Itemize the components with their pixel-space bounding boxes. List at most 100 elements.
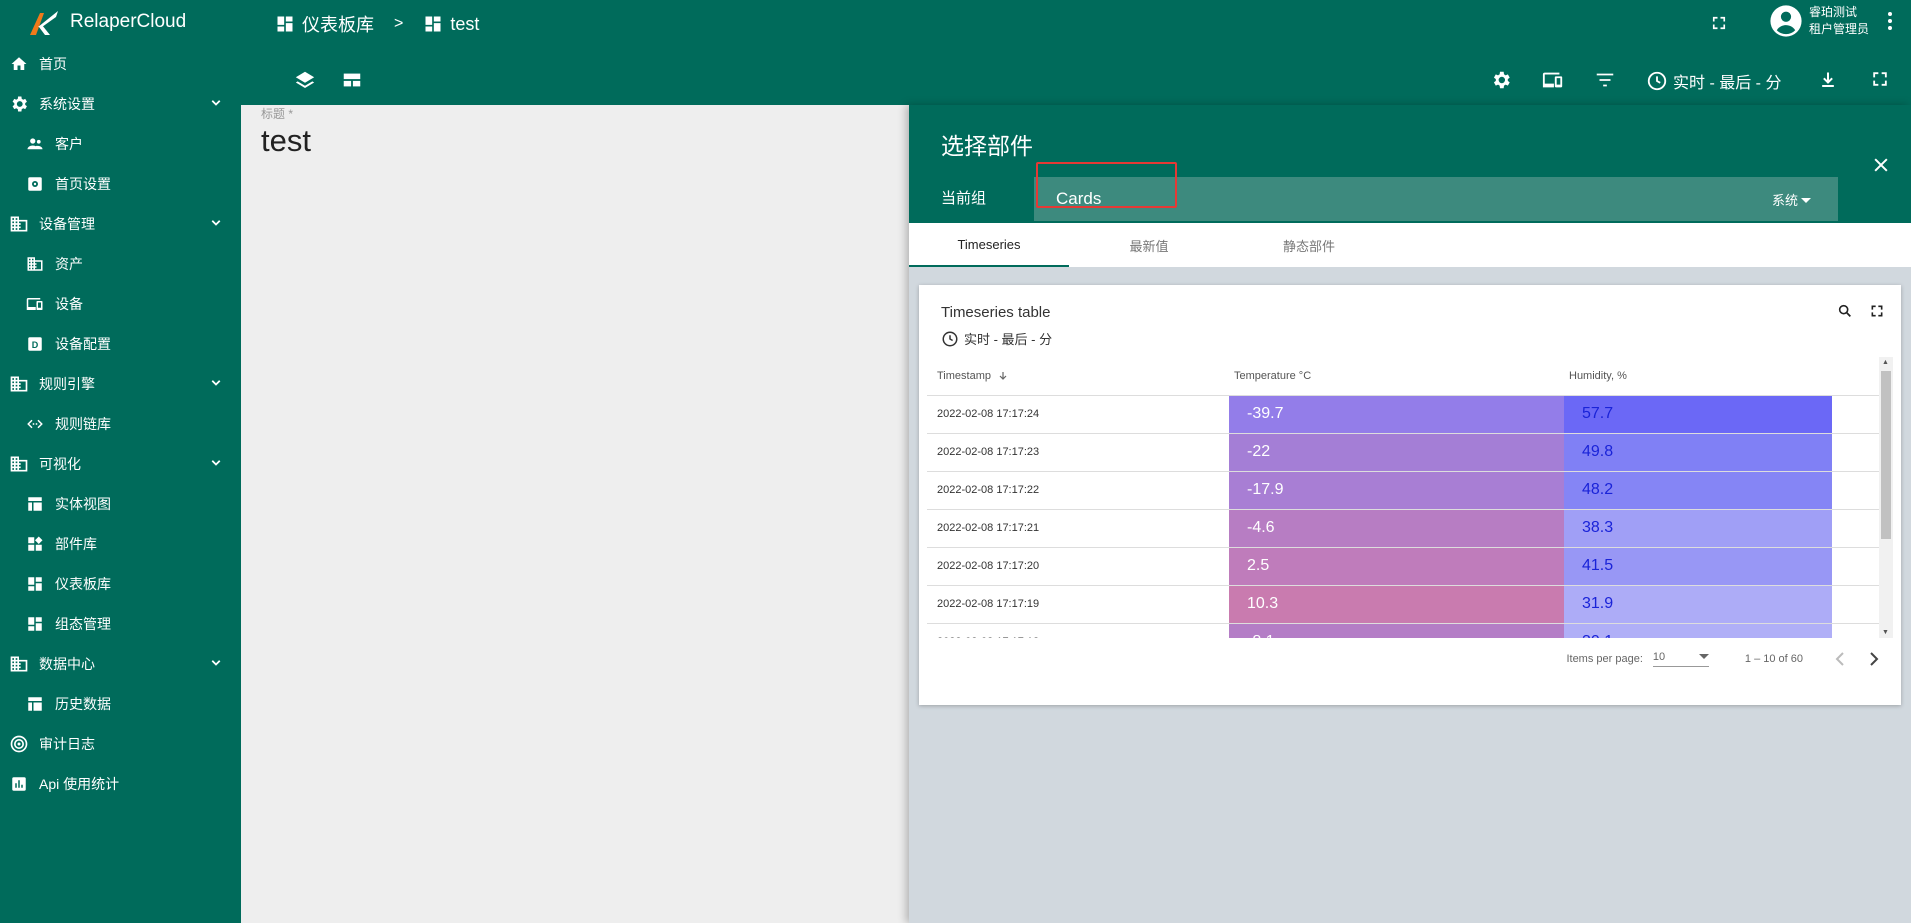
sidebar-item-home[interactable]: 首页 <box>0 44 241 84</box>
sidebar-item-widget-library[interactable]: 部件库 <box>0 524 241 564</box>
sidebar-item-label: 设备 <box>55 296 83 312</box>
download-button[interactable] <box>1818 69 1838 91</box>
user-menu[interactable]: 睿珀测试 租户管理员 <box>1769 4 1893 38</box>
breadcrumb-parent-label: 仪表板库 <box>302 15 374 35</box>
widget-card-timeseries-table[interactable]: Timeseries table 实时 - 最后 - 分 Timestamp T… <box>919 285 1901 705</box>
dropdown-arrow-icon <box>1801 197 1811 203</box>
sidebar-item-history-data[interactable]: 历史数据 <box>0 684 241 724</box>
sidebar-item-api-usage[interactable]: Api 使用统计 <box>0 764 241 804</box>
widget-group-select[interactable]: Cards 系统 <box>1034 162 1838 221</box>
card-timewindow: 实时 - 最后 - 分 <box>941 329 1052 348</box>
sidebar-item-customers[interactable]: 客户 <box>0 124 241 164</box>
sidebar-item-rule-engine[interactable]: 规则引擎 <box>0 364 241 404</box>
user-name: 睿珀测试 <box>1808 5 1857 19</box>
fullscreen-button[interactable] <box>1710 14 1728 32</box>
breadcrumb-current: test <box>423 14 479 35</box>
scroll-down-icon[interactable]: ▼ <box>1882 629 1889 636</box>
col-header-label: Timestamp <box>937 369 991 382</box>
card-fullscreen-button[interactable] <box>1869 303 1885 319</box>
next-page-button[interactable] <box>1867 651 1881 667</box>
cell-spacer <box>1832 547 1879 586</box>
sort-arrow-icon <box>998 371 1008 381</box>
view-icon <box>24 693 46 715</box>
sidebar-item-rule-chains[interactable]: 规则链库 <box>0 404 241 444</box>
table-scrollbar[interactable]: ▲ ▼ <box>1879 357 1893 638</box>
sidebar-item-assets[interactable]: 资产 <box>0 244 241 284</box>
tab-static-widgets[interactable]: 静态部件 <box>1229 223 1389 267</box>
building-icon <box>8 213 30 235</box>
more-vert-icon[interactable] <box>1887 11 1893 31</box>
chevron-left-icon <box>1835 652 1844 666</box>
table-row[interactable]: 2022-02-08 17:17:19 10.3 31.9 <box>927 585 1879 624</box>
chevron-down-icon <box>207 214 225 232</box>
cell-humidity: 48.2 <box>1564 471 1832 510</box>
user-info: 睿珀测试 租户管理员 <box>1809 4 1869 38</box>
col-header-timestamp[interactable]: Timestamp <box>927 357 1229 396</box>
building-icon <box>24 253 46 275</box>
sidebar-item-configuration[interactable]: 组态管理 <box>0 604 241 644</box>
table-row[interactable]: 2022-02-08 17:17:23 -22 49.8 <box>927 433 1879 472</box>
filter-button[interactable] <box>1594 69 1616 91</box>
home-icon <box>8 53 30 75</box>
table-row[interactable]: 2022-02-08 17:17:21 -4.6 38.3 <box>927 509 1879 548</box>
sidebar-item-home-settings[interactable]: 首页设置 <box>0 164 241 204</box>
group-tag-label: 系统 <box>1771 193 1798 208</box>
timewindow-button[interactable]: 实时 - 最后 - 分 <box>1646 69 1781 93</box>
cell-timestamp: 2022-02-08 17:17:24 <box>927 395 1229 434</box>
card-search-button[interactable] <box>1837 303 1853 319</box>
sidebar-item-label: 客户 <box>55 136 83 152</box>
previous-page-button[interactable] <box>1833 651 1847 667</box>
bar-chart-icon <box>8 773 30 795</box>
items-per-page-select[interactable]: 10 <box>1652 651 1709 667</box>
sidebar-item-label: Api 使用统计 <box>39 776 120 792</box>
fullscreen-dashboard-button[interactable] <box>1870 69 1890 89</box>
select-widget-panel: 选择部件 当前组 Cards 系统 Timeseries 最新值 静态部件 Ti… <box>909 105 1911 923</box>
page-range-label: 1 – 10 of 60 <box>1744 653 1803 665</box>
sidebar-item-device-management[interactable]: 设备管理 <box>0 204 241 244</box>
chevron-right-icon <box>1870 652 1879 666</box>
settings-button[interactable] <box>1490 69 1512 91</box>
scrollbar-thumb[interactable] <box>1881 371 1891 539</box>
sidebar-item-label: 历史数据 <box>55 696 111 712</box>
breadcrumb-dashboards[interactable]: 仪表板库 <box>275 11 374 37</box>
card-title: Timeseries table <box>941 304 1051 321</box>
code-icon <box>24 413 46 435</box>
tab-latest-values[interactable]: 最新值 <box>1069 223 1229 267</box>
sidebar-item-audit-logs[interactable]: 审计日志 <box>0 724 241 764</box>
scroll-up-icon[interactable]: ▲ <box>1882 359 1889 366</box>
sidebar-item-devices[interactable]: 设备 <box>0 284 241 324</box>
sidebar-item-visualization[interactable]: 可视化 <box>0 444 241 484</box>
layers-button[interactable] <box>294 69 316 91</box>
title-field[interactable]: test <box>261 123 311 159</box>
table-body: 2022-02-08 17:17:24 -39.7 57.7 2022-02-08 1… <box>927 395 1879 638</box>
close-button[interactable] <box>1871 155 1891 175</box>
breadcrumb: 仪表板库 > test <box>275 11 479 37</box>
sidebar-item-label: 审计日志 <box>39 736 95 752</box>
table-row[interactable]: 2022-02-08 17:17:24 -39.7 57.7 <box>927 395 1879 434</box>
sidebar-item-system-settings[interactable]: 系统设置 <box>0 84 241 124</box>
sidebar-item-label: 部件库 <box>55 536 97 552</box>
timeseries-table-wrap: Timestamp Temperature °C Humidity, % 202… <box>927 357 1879 638</box>
sidebar-item-data-center[interactable]: 数据中心 <box>0 644 241 684</box>
table-row[interactable]: 2022-02-08 17:17:18-8.130.1 <box>927 623 1879 638</box>
cell-spacer <box>1832 585 1879 624</box>
tab-timeseries[interactable]: Timeseries <box>909 223 1069 267</box>
cell-timestamp: 2022-02-08 17:17:23 <box>927 433 1229 472</box>
cell-temperature: 2.5 <box>1229 547 1564 586</box>
cell-spacer <box>1832 509 1879 548</box>
devices-button[interactable] <box>1541 69 1565 91</box>
account-circle-icon <box>1770 5 1802 37</box>
clock-icon <box>942 331 958 346</box>
col-header-humidity[interactable]: Humidity, % <box>1564 357 1832 396</box>
layout-button[interactable] <box>341 69 363 91</box>
sidebar-item-dashboard-library[interactable]: 仪表板库 <box>0 564 241 604</box>
app-logo[interactable]: RelaperCloud <box>0 0 241 44</box>
table-row[interactable]: 2022-02-08 17:17:22 -17.9 48.2 <box>927 471 1879 510</box>
sidebar-item-device-profiles[interactable]: D 设备配置 <box>0 324 241 364</box>
sidebar-item-label: 规则链库 <box>55 416 111 432</box>
cell-spacer <box>1832 471 1879 510</box>
table-row[interactable]: 2022-02-08 17:17:20 2.5 41.5 <box>927 547 1879 586</box>
sidebar-item-entity-views[interactable]: 实体视图 <box>0 484 241 524</box>
cell-spacer <box>1832 623 1879 638</box>
col-header-temperature[interactable]: Temperature °C <box>1229 357 1564 396</box>
